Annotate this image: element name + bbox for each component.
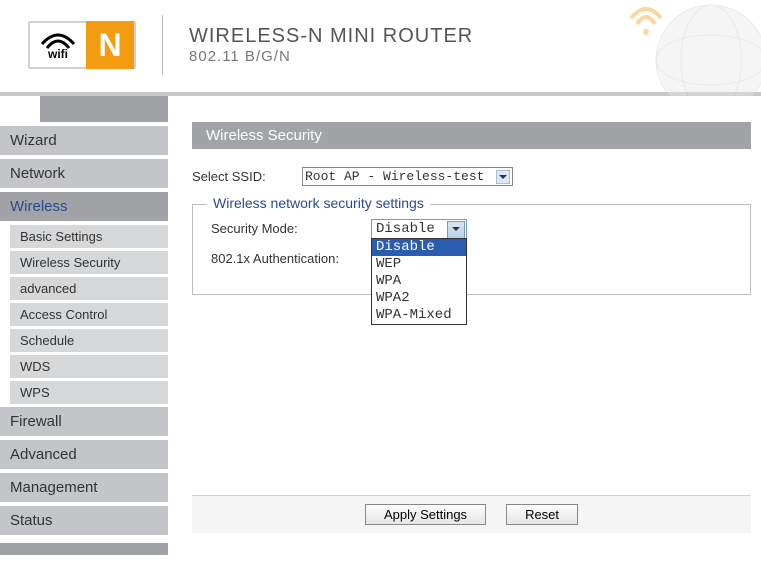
sidebar-sub-basic-settings[interactable]: Basic Settings [10,225,168,248]
auth-label: 802.1x Authentication: [211,249,371,266]
auth-row: 802.1x Authentication: [211,249,732,266]
option-disable[interactable]: Disable [372,239,466,256]
option-wep[interactable]: WEP [372,256,466,273]
sidebar-item-wireless[interactable]: Wireless [0,192,168,221]
product-title: WIRELESS-N MINI ROUTER [189,25,473,48]
ssid-select[interactable]: Root AP - Wireless-test [302,167,513,186]
security-mode-value[interactable]: Disable [371,219,467,239]
globe-icon [601,0,761,96]
sidebar-item-management[interactable]: Management [0,473,168,502]
fieldset-legend: Wireless network security settings [207,195,430,211]
sidebar-top-pad [40,96,168,122]
logo: wifi N [28,21,136,69]
sidebar-item-advanced[interactable]: Advanced [0,440,168,469]
apply-button[interactable]: Apply Settings [365,504,486,525]
sidebar-sub-wds[interactable]: WDS [10,355,168,378]
header-title: WIRELESS-N MINI ROUTER 802.11 B/G/N [189,25,473,65]
sidebar-sub-advanced[interactable]: advanced [10,277,168,300]
svg-text:wifi: wifi [47,47,68,60]
sidebar: Wizard Network Wireless Basic Settings W… [0,96,168,555]
option-wpa-mixed[interactable]: WPA-Mixed [372,307,466,324]
page-title: Wireless Security [192,122,751,149]
security-mode-dropdown[interactable]: Disable Disable WEP WPA WPA2 WPA-Mixed [371,219,467,239]
sidebar-sub-access-control[interactable]: Access Control [10,303,168,326]
ssid-row: Select SSID: Root AP - Wireless-test [192,167,751,186]
ssid-label: Select SSID: [192,169,302,184]
footer-bar: Apply Settings Reset [192,495,751,533]
n-logo: N [86,21,134,69]
security-mode-options: Disable WEP WPA WPA2 WPA-Mixed [371,238,467,325]
sidebar-item-firewall[interactable]: Firewall [0,407,168,436]
option-wpa2[interactable]: WPA2 [372,290,466,307]
header-divider [162,15,163,75]
sidebar-item-wizard[interactable]: Wizard [0,126,168,155]
reset-button[interactable]: Reset [506,504,578,525]
sidebar-sub-wps[interactable]: WPS [10,381,168,404]
security-mode-label: Security Mode: [211,219,371,236]
security-fieldset: Wireless network security settings Secur… [192,204,751,295]
sidebar-sub-schedule[interactable]: Schedule [10,329,168,352]
ssid-value: Root AP - Wireless-test [305,169,484,184]
option-wpa[interactable]: WPA [372,273,466,290]
sidebar-bottom-pad [0,543,168,555]
sidebar-item-network[interactable]: Network [0,159,168,188]
wifi-logo-text: wifi [30,30,86,60]
sidebar-sub-wireless-security[interactable]: Wireless Security [10,251,168,274]
content: Wireless Security Select SSID: Root AP -… [168,96,761,555]
sidebar-item-status[interactable]: Status [0,506,168,535]
header: wifi N WIRELESS-N MINI ROUTER 802.11 B/G… [0,0,761,96]
product-subtitle: 802.11 B/G/N [189,48,473,65]
security-mode-row: Security Mode: Disable Disable WEP WPA W… [211,219,732,239]
